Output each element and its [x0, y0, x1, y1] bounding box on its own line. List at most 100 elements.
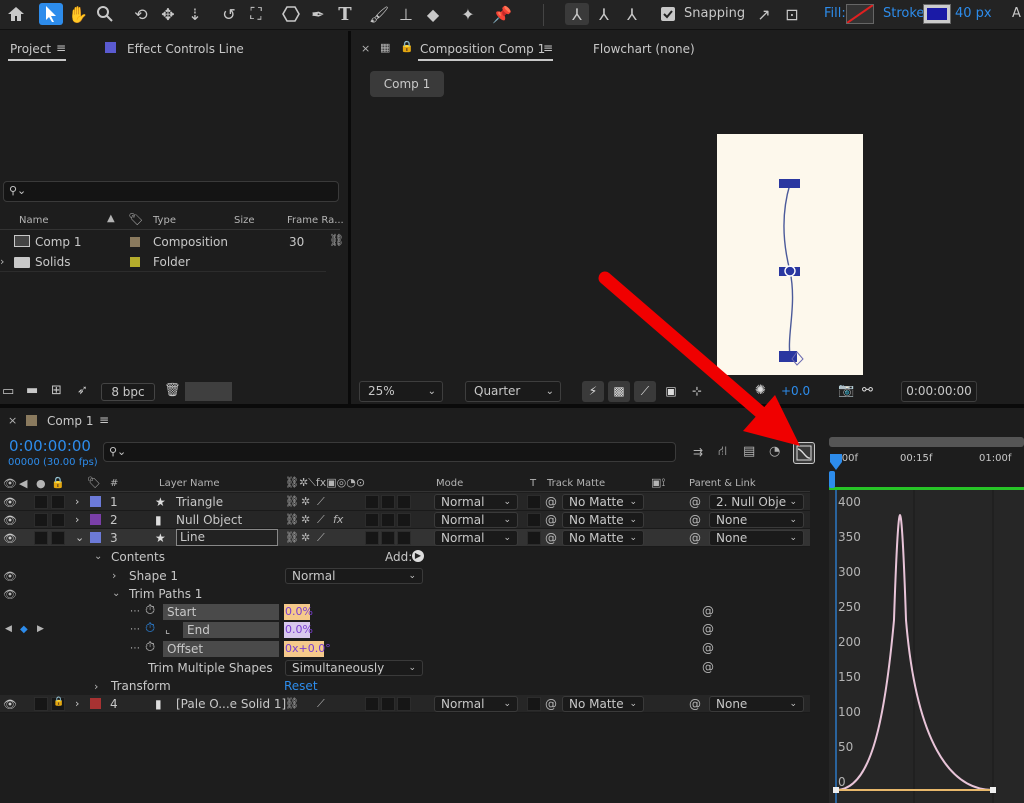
add-button[interactable]: ▶ [412, 550, 424, 562]
render-queue-icon[interactable]: ➶ [77, 383, 88, 398]
start-value[interactable]: 0.0% [284, 604, 313, 620]
collapse-arrow-icon[interactable]: ⌄ [75, 531, 84, 544]
expression-spiral-icon[interactable]: @ [702, 622, 714, 636]
layer-name[interactable]: Null Object [176, 511, 242, 529]
expand-arrow-icon[interactable]: › [75, 513, 79, 526]
preserve-transparency-box[interactable] [527, 495, 541, 509]
zoom-dropdown[interactable]: 25% ⌄ [359, 381, 443, 402]
track-matte-dropdown[interactable]: No Matte ⌄ [562, 696, 644, 712]
timeline-layer-row[interactable]: 👁 › 2 ▮ Null Object ⛓ ✲ ⟋ fx Normal ⌄ @ N… [0, 511, 810, 529]
parent-dropdown[interactable]: None ⌄ [709, 530, 804, 546]
matte-spiral-icon[interactable]: @ [545, 697, 557, 711]
visibility-eye-icon[interactable]: 👁 [3, 698, 17, 711]
playhead-marker[interactable] [829, 471, 835, 488]
panel-menu-icon[interactable]: ≡ [99, 413, 109, 427]
visibility-eye-icon[interactable]: 👁 [3, 570, 17, 583]
timeline-layer-row[interactable]: 👁 🔒 › 4 ▮ [Pale O...e Solid 1] ⛓ ⟋ Norma… [0, 695, 810, 713]
time-ruler[interactable]: 0:00f 00:15f 01:00f [829, 447, 1024, 469]
switch-box[interactable] [397, 495, 411, 509]
add-keyframe-icon[interactable]: ◆ [20, 624, 28, 635]
collapse-arrow-icon[interactable]: ⌄ [94, 551, 102, 562]
blend-mode-dropdown[interactable]: Normal ⌄ [434, 530, 518, 546]
shape-tool-icon[interactable] [279, 3, 303, 25]
tab-composition[interactable]: Composition Comp 1 [420, 42, 545, 56]
parent-dropdown[interactable]: None ⌄ [709, 512, 804, 528]
visibility-eye-icon[interactable]: 👁 [3, 496, 17, 509]
panel-menu-icon[interactable]: ≡ [56, 41, 66, 55]
end-value[interactable]: 0.0% [284, 622, 313, 638]
tab-project[interactable]: Project [10, 42, 51, 56]
lock-icon[interactable]: 🔒 [51, 476, 65, 489]
expression-spiral-icon[interactable]: @ [702, 660, 714, 674]
label-swatch[interactable] [130, 257, 140, 267]
switch-box[interactable] [397, 513, 411, 527]
preserve-transparency-box[interactable] [527, 531, 541, 545]
timeline-tab-title[interactable]: Comp 1 [47, 414, 93, 428]
col-size[interactable]: Size [234, 215, 255, 226]
col-type[interactable]: Type [153, 215, 176, 226]
zoom-tool-icon[interactable] [93, 3, 117, 25]
roto-brush-tool-icon[interactable]: ✦ [456, 3, 480, 25]
close-icon[interactable]: × [361, 42, 370, 55]
shy-switch-icon[interactable]: ⛓ [285, 495, 299, 508]
comp-timecode[interactable]: 0:00:00:00 [901, 381, 977, 402]
switch-box[interactable] [365, 531, 379, 545]
lock-box[interactable] [51, 531, 65, 545]
toolbar-overflow[interactable]: A [1012, 6, 1021, 21]
audio-switch-icon[interactable]: ◀ [19, 477, 27, 490]
switch-box[interactable] [397, 697, 411, 711]
snap-edges-icon[interactable]: ↗ [752, 3, 776, 25]
switch-box[interactable] [381, 531, 395, 545]
brush-tool-icon[interactable]: 🖌 [367, 3, 391, 25]
trim-multiple-dropdown[interactable]: Simultaneously ⌄ [285, 660, 423, 676]
expand-arrow-icon[interactable]: › [112, 569, 116, 582]
parent-dropdown[interactable]: 2. Null Obje ⌄ [709, 494, 804, 510]
offset-value[interactable]: 0x+0.0° [284, 641, 331, 657]
blend-mode-dropdown[interactable]: Normal ⌄ [434, 494, 518, 510]
tab-effect-controls[interactable]: Effect Controls Line [127, 42, 244, 56]
collapse-switch-icon[interactable]: ✲ [301, 531, 310, 544]
eraser-tool-icon[interactable]: ◆ [421, 3, 445, 25]
switch-box[interactable] [381, 697, 395, 711]
comp-breadcrumb-button[interactable]: Comp 1 [370, 71, 444, 97]
solo-switch-icon[interactable]: ● [36, 477, 46, 490]
expand-arrow-icon[interactable]: › [0, 255, 4, 268]
playhead-icon[interactable] [829, 452, 843, 472]
snapshot-icon[interactable]: 📷 [838, 383, 854, 398]
bpc-button[interactable]: 8 bpc [101, 383, 155, 401]
layer-label-swatch[interactable] [90, 514, 101, 525]
layer-label-swatch[interactable] [90, 532, 101, 543]
video-switch-icon[interactable]: 👁 [3, 477, 17, 490]
visibility-eye-icon[interactable]: 👁 [3, 514, 17, 527]
solo-box[interactable] [34, 495, 48, 509]
lock-icon[interactable]: ▦ [380, 41, 390, 54]
expand-arrow-icon[interactable]: › [94, 680, 98, 693]
quality-switch-icon[interactable]: ⟋ [317, 495, 325, 509]
graph-include-icon[interactable]: ⌞ [165, 623, 170, 636]
col-frame-rate[interactable]: Frame Ra... [287, 215, 344, 226]
prev-keyframe-icon[interactable]: ◀ [5, 624, 12, 634]
project-item-name[interactable]: Solids [35, 255, 71, 269]
close-icon[interactable]: × [8, 414, 17, 427]
solo-box[interactable] [34, 531, 48, 545]
preserve-transparency-box[interactable] [527, 697, 541, 711]
project-item-name[interactable]: Comp 1 [35, 235, 81, 249]
solo-box[interactable] [34, 513, 48, 527]
reset-link[interactable]: Reset [284, 677, 318, 695]
panel-menu-icon[interactable]: ≡ [543, 41, 553, 55]
lock-icon[interactable]: 🔒 [400, 40, 414, 53]
collapse-switch-icon[interactable]: ✲ [301, 513, 310, 526]
track-matte-dropdown[interactable]: No Matte ⌄ [562, 512, 644, 528]
label-col-icon[interactable]: 🏷 [128, 212, 143, 226]
stopwatch-icon[interactable]: ⏱ [145, 603, 155, 618]
layer-name[interactable]: [Pale O...e Solid 1] [176, 695, 286, 713]
layer-label-swatch[interactable] [90, 698, 101, 709]
world-axis-icon[interactable]: ⅄ [592, 3, 616, 25]
stopwatch-icon[interactable]: ⏱ [145, 640, 155, 655]
pen-tool-icon[interactable]: ✒ [306, 3, 330, 25]
stroke-swatch[interactable] [923, 4, 951, 24]
flowchart-icon[interactable]: ⛓ [329, 233, 344, 247]
timeline-search-input[interactable]: ⚲⌄ [103, 442, 676, 462]
puppet-pin-tool-icon[interactable]: 📌 [490, 3, 514, 25]
stroke-width-value[interactable]: 40 px [955, 6, 992, 21]
